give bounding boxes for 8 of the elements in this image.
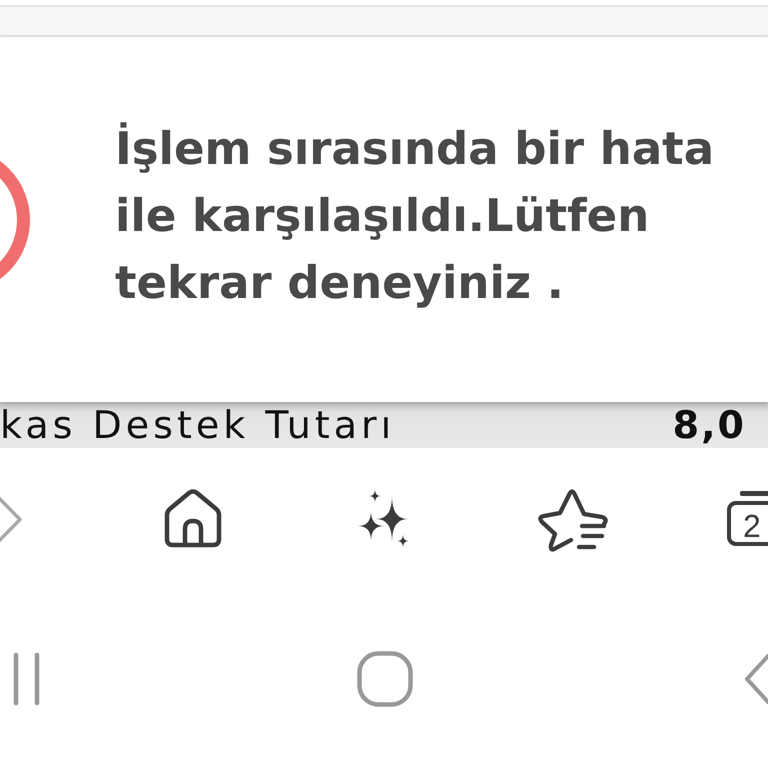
home-button[interactable] xyxy=(163,489,223,549)
back-button[interactable] xyxy=(744,653,768,705)
home-key-button[interactable] xyxy=(357,651,413,707)
row-value: 8,0 xyxy=(672,403,746,447)
row-label: kas Destek Tutarı xyxy=(0,403,396,447)
error-ring-icon xyxy=(0,160,31,278)
error-message: İşlem sırasında bir hata ile karşılaşıldı.Lütfen tekrar deneyiniz . xyxy=(115,121,716,311)
recent-apps-button[interactable] xyxy=(12,651,40,707)
